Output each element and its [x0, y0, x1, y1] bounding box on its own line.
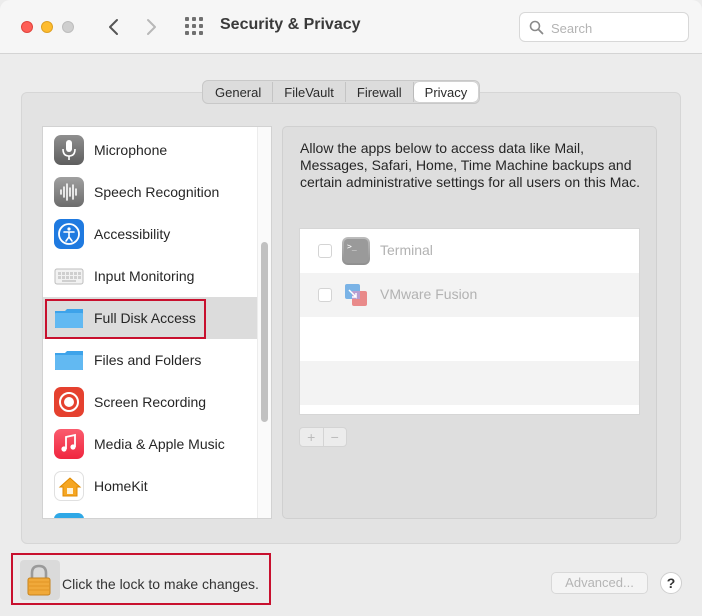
- tab-privacy[interactable]: Privacy: [413, 82, 479, 102]
- chevron-right-icon: [147, 19, 156, 35]
- keyboard-icon: [54, 261, 84, 291]
- sidebar-item-screen-recording[interactable]: Screen Recording: [43, 381, 257, 423]
- app-row-terminal[interactable]: >_ Terminal: [300, 229, 639, 273]
- highlight-lock-area: [11, 553, 271, 605]
- preferences-window: Security & Privacy General FileVault Fir…: [0, 0, 702, 616]
- sidebar-item-label: Microphone: [94, 142, 168, 158]
- empty-row: [300, 317, 639, 361]
- sidebar-item-speech-recognition[interactable]: Speech Recognition: [43, 171, 257, 213]
- sidebar-item-label: Media & Apple Music: [94, 436, 225, 452]
- sidebar-item-files-and-folders[interactable]: Files and Folders: [43, 339, 257, 381]
- window-title: Security & Privacy: [220, 16, 361, 33]
- access-description: Allow the apps below to access data like…: [300, 140, 641, 190]
- sidebar-item-label: Screen Recording: [94, 394, 207, 410]
- search-field[interactable]: [519, 12, 689, 42]
- sidebar-item-homekit[interactable]: HomeKit: [43, 465, 257, 507]
- tab-bar: General FileVault Firewall Privacy: [202, 80, 481, 104]
- terminal-checkbox[interactable]: [318, 244, 332, 258]
- show-all-grid-icon[interactable]: [184, 16, 206, 38]
- folder-icon: [54, 345, 84, 375]
- search-input[interactable]: [551, 19, 681, 37]
- vmware-icon: [342, 281, 370, 309]
- chevron-left-icon: [109, 19, 118, 35]
- microphone-icon: [54, 135, 84, 165]
- close-button[interactable]: [21, 21, 33, 33]
- screen-recording-icon: [54, 387, 84, 417]
- sidebar-item-accessibility[interactable]: Accessibility: [43, 213, 257, 255]
- sidebar-item-input-monitoring[interactable]: Input Monitoring: [43, 255, 257, 297]
- back-button[interactable]: [102, 14, 124, 40]
- sidebar-item-media-apple-music[interactable]: Media & Apple Music: [43, 423, 257, 465]
- partial-item-icon: [54, 513, 84, 518]
- app-row-vmware-fusion[interactable]: VMware Fusion: [300, 273, 639, 317]
- vmware-checkbox[interactable]: [318, 288, 332, 302]
- help-button[interactable]: ?: [660, 572, 682, 594]
- add-app-button[interactable]: +: [300, 428, 324, 446]
- terminal-icon: >_: [342, 237, 370, 265]
- sidebar-item-microphone[interactable]: Microphone: [43, 129, 257, 171]
- sidebar-item-label: Files and Folders: [94, 352, 202, 368]
- title-bar: Security & Privacy: [0, 0, 702, 54]
- svg-text:>_: >_: [347, 242, 357, 251]
- app-name: VMware Fusion: [380, 286, 478, 302]
- sidebar-item-label: HomeKit: [94, 478, 148, 494]
- tab-general[interactable]: General: [204, 82, 274, 102]
- music-icon: [54, 429, 84, 459]
- sidebar-item-label: Speech Recognition: [94, 184, 220, 200]
- scrollbar-thumb[interactable]: [261, 242, 268, 422]
- tab-filevault[interactable]: FileVault: [273, 82, 346, 102]
- app-name: Terminal: [380, 242, 433, 258]
- remove-app-button[interactable]: −: [324, 428, 347, 446]
- highlight-full-disk-access: [45, 299, 206, 339]
- app-list: >_ Terminal VMware Fusion: [299, 228, 640, 415]
- minimize-button[interactable]: [41, 21, 53, 33]
- waveform-icon: [54, 177, 84, 207]
- advanced-button[interactable]: Advanced...: [551, 572, 648, 594]
- accessibility-icon: [54, 219, 84, 249]
- tab-firewall[interactable]: Firewall: [346, 82, 414, 102]
- forward-button[interactable]: [141, 14, 163, 40]
- empty-row: [300, 361, 639, 405]
- search-icon: [529, 20, 544, 35]
- sidebar-item-label: Input Monitoring: [94, 268, 195, 284]
- zoom-button[interactable]: [62, 21, 74, 33]
- home-icon: [54, 471, 84, 501]
- add-remove-control: + −: [299, 427, 347, 447]
- sidebar-item-label: Accessibility: [94, 226, 171, 242]
